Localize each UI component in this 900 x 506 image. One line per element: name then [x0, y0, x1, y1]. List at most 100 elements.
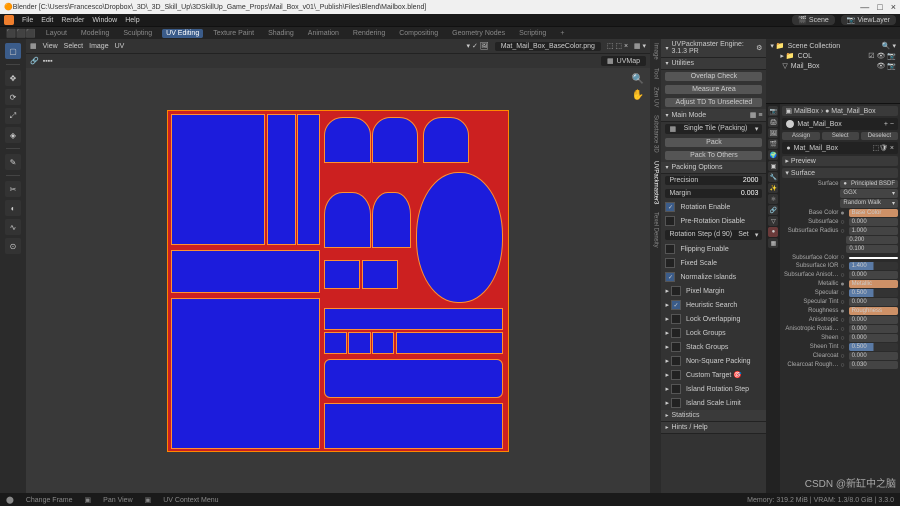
- ptab-modifier[interactable]: 🔧: [768, 172, 778, 182]
- deselect-button[interactable]: Deselect: [861, 132, 898, 140]
- ptab-output[interactable]: 🖨: [768, 117, 778, 127]
- tab-tool[interactable]: Tool: [652, 64, 660, 83]
- close-button[interactable]: ×: [891, 2, 896, 12]
- tab-zenuv[interactable]: Zen UV: [652, 83, 660, 111]
- uv-menu-image[interactable]: Image: [89, 43, 108, 50]
- uv-editor: ▦ View Select Image UV ▾ ✓ 🖼 Mat_Mail_Bo…: [26, 39, 650, 493]
- sync-icon[interactable]: 🔗: [30, 57, 39, 65]
- measure-area-button[interactable]: Measure Area: [665, 85, 762, 94]
- ws-texturepaint[interactable]: Texture Paint: [209, 29, 258, 38]
- ptab-data[interactable]: ▽: [768, 216, 778, 226]
- uvpm-header: ▾UVPackmaster Engine: 3.1.3 PR⚙: [661, 39, 766, 58]
- maximize-button[interactable]: □: [877, 2, 882, 12]
- ws-geonodes[interactable]: Geometry Nodes: [448, 29, 509, 38]
- tab-image[interactable]: Image: [652, 39, 660, 64]
- uv-header-2: 🔗 ▪▪▪▪ ▦ UVMap: [26, 53, 650, 68]
- menu-edit[interactable]: Edit: [41, 17, 53, 24]
- ptab-constraint[interactable]: 🔗: [768, 205, 778, 215]
- assign-button[interactable]: Assign: [782, 132, 819, 140]
- tool-pinch[interactable]: ⊙: [5, 238, 21, 254]
- outliner-object[interactable]: ▽ Mail_Box👁 📷: [768, 61, 898, 71]
- minimize-button[interactable]: —: [860, 2, 869, 12]
- tool-rip[interactable]: ✂: [5, 181, 21, 197]
- uv-menu-view[interactable]: View: [43, 43, 58, 50]
- workspace-tabs: ⬛⬛⬛ Layout Modeling Sculpting UV Editing…: [0, 27, 900, 39]
- select-button[interactable]: Select: [822, 132, 859, 140]
- flipping-check[interactable]: [665, 244, 675, 254]
- ptab-view[interactable]: 🖼: [768, 128, 778, 138]
- ptab-object[interactable]: ▣: [768, 161, 778, 171]
- tool-grab[interactable]: ◐: [5, 200, 21, 216]
- outliner: ▾ 📁Scene Collection🔍 ▾ ▸ 📁 COL☑ 👁 📷 ▽ Ma…: [766, 39, 900, 104]
- sss-method-select[interactable]: Random Walk▾: [840, 199, 898, 208]
- ws-uvediting[interactable]: UV Editing: [162, 29, 203, 38]
- uvmap-selector[interactable]: ▦ UVMap: [601, 56, 646, 66]
- tool-move[interactable]: ✥: [5, 70, 21, 86]
- ws-scripting[interactable]: Scripting: [515, 29, 550, 38]
- blender-icon: 🟠: [4, 3, 13, 11]
- rotation-step-field[interactable]: Rotation Step (d 90)Set ▾: [665, 230, 762, 240]
- ptab-world[interactable]: 🌍: [768, 150, 778, 160]
- ptab-render[interactable]: 📷: [768, 106, 778, 116]
- ptab-particle[interactable]: ✨: [768, 183, 778, 193]
- ws-modeling[interactable]: Modeling: [77, 29, 113, 38]
- scene-selector[interactable]: 🎬 Scene: [792, 15, 835, 25]
- top-menubar: File Edit Render Window Help 🎬 Scene 📷 V…: [0, 14, 900, 27]
- surface-shader[interactable]: ● Principled BSDF: [840, 180, 898, 188]
- ptab-physics[interactable]: ⚛: [768, 194, 778, 204]
- tool-annotate[interactable]: ✎: [5, 154, 21, 170]
- menu-render[interactable]: Render: [61, 17, 84, 24]
- tool-scale[interactable]: ⤢: [5, 108, 21, 124]
- margin-field[interactable]: Margin0.003: [665, 189, 762, 198]
- rotation-enable-check[interactable]: ✓: [665, 202, 675, 212]
- status-change-frame: Change Frame: [26, 497, 73, 504]
- outliner-collection[interactable]: ▸ 📁 COL☑ 👁 📷: [768, 51, 898, 61]
- ptab-material[interactable]: ●: [768, 227, 778, 237]
- tool-cursor[interactable]: ▢: [5, 43, 21, 59]
- material-name-field[interactable]: ● Mat_Mail_Box⬚🛡 ×: [782, 142, 898, 154]
- ws-layout[interactable]: Layout: [42, 29, 71, 38]
- selectmode-buttons[interactable]: ▪▪▪▪: [43, 58, 53, 65]
- tab-uvpackmaster[interactable]: UVPackmaster3: [652, 157, 660, 208]
- ptab-scene[interactable]: 🎬: [768, 139, 778, 149]
- ws-rendering[interactable]: Rendering: [349, 29, 389, 38]
- uv-menu-select[interactable]: Select: [64, 43, 83, 50]
- subsurfcolor-field[interactable]: [849, 257, 898, 259]
- uv-canvas[interactable]: 🔍 ✋: [26, 68, 650, 493]
- image-selector[interactable]: Mat_Mail_Box_BaseColor.png: [495, 42, 601, 51]
- menu-window[interactable]: Window: [92, 17, 117, 24]
- ws-add[interactable]: +: [556, 29, 568, 38]
- menu-help[interactable]: Help: [125, 17, 139, 24]
- tool-rotate[interactable]: ⟳: [5, 89, 21, 105]
- tile-mode-select[interactable]: ▦ Single Tile (Packing) ▾: [665, 124, 762, 134]
- ws-animation[interactable]: Animation: [304, 29, 343, 38]
- tool-transform[interactable]: ◈: [5, 127, 21, 143]
- tool-relax[interactable]: ∿: [5, 219, 21, 235]
- overlap-check-button[interactable]: Overlap Check: [665, 72, 762, 81]
- uv-image: [167, 110, 509, 452]
- tab-substance[interactable]: Substance 3D: [652, 111, 660, 157]
- pack-to-others-button[interactable]: Pack To Others: [665, 151, 762, 160]
- uv-menu-uv[interactable]: UV: [115, 43, 125, 50]
- hand-icon[interactable]: ✋: [632, 90, 644, 101]
- magnify-icon[interactable]: 🔍: [632, 74, 644, 85]
- tab-texeldensity[interactable]: Texel Density: [652, 208, 660, 252]
- adjust-td-button[interactable]: Adjust TD To Unselected: [665, 98, 762, 107]
- subsurface-field[interactable]: 0.000: [849, 218, 898, 226]
- metallic-link[interactable]: Metallic: [849, 280, 898, 288]
- ws-sculpting[interactable]: Sculpting: [119, 29, 156, 38]
- menu-file[interactable]: File: [22, 17, 33, 24]
- basecolor-link[interactable]: Base Color: [849, 209, 898, 217]
- pack-button[interactable]: Pack: [665, 138, 762, 147]
- fixedscale-check[interactable]: [665, 258, 675, 268]
- viewlayer-selector[interactable]: 📷 ViewLayer: [841, 15, 896, 25]
- normalize-check[interactable]: ✓: [665, 272, 675, 282]
- prerotation-check[interactable]: [665, 216, 675, 226]
- material-slot[interactable]: Mat_Mail_Box+ −: [782, 118, 898, 130]
- roughness-link[interactable]: Roughness: [849, 307, 898, 315]
- distribution-select[interactable]: GGX▾: [840, 189, 898, 198]
- ws-shading[interactable]: Shading: [264, 29, 298, 38]
- ws-compositing[interactable]: Compositing: [395, 29, 442, 38]
- precision-field[interactable]: Precision2000: [665, 176, 762, 185]
- ptab-texture[interactable]: ▦: [768, 238, 778, 248]
